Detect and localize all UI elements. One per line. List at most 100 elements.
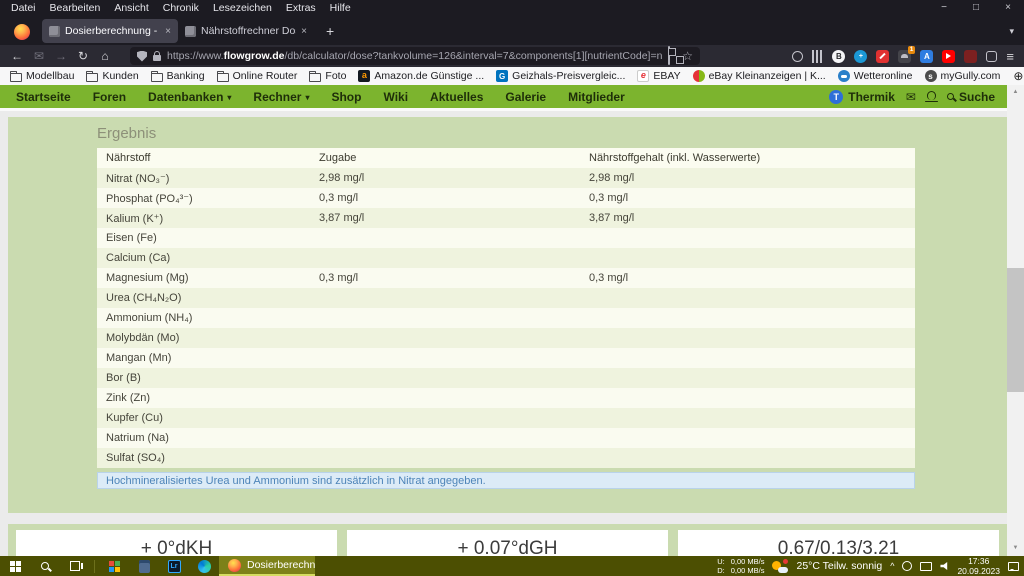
menu-item[interactable]: Datei [4,2,43,14]
firefox-view-icon[interactable] [986,51,997,62]
library-icon[interactable] [812,50,823,63]
scrollbar[interactable]: ▲ ▼ [1007,85,1024,556]
extension-darkred-icon[interactable] [964,50,977,63]
site-nav-label: Wiki [383,90,408,104]
bookmark-item[interactable]: Foto [303,70,352,82]
lock-icon[interactable] [153,55,161,61]
site-search[interactable]: Suche [947,90,995,104]
site-nav-item[interactable]: Galerie ▾ [494,90,557,104]
menu-item[interactable]: Chronik [156,2,206,14]
site-nav-item[interactable]: Shop ▾ [320,90,372,104]
bookmark-item[interactable]: Kunden [80,70,144,82]
pinned-edge-icon[interactable] [189,556,219,576]
taskbar-search-icon[interactable] [30,556,60,576]
tab-close-icon[interactable]: × [165,26,171,37]
start-button[interactable] [0,556,30,576]
mail-icon[interactable]: ✉ [28,49,50,63]
weather-text[interactable]: 25°C Teilw. sonnig [796,560,882,572]
user-menu[interactable]: T Thermik [829,90,895,104]
firefox-taskbar-button[interactable]: Dosierberechnung -... [219,556,315,576]
menu-item[interactable]: Bearbeiten [43,2,108,14]
tab-dosierberechnung[interactable]: Dosierberechnung - Flowgrow | × [42,19,178,43]
url-bar[interactable]: https://www.flowgrow.de/db/calculator/do… [130,47,700,65]
task-view-icon[interactable] [60,556,90,576]
site-nav-item[interactable]: Foren ▾ [82,90,137,104]
site-nav-item[interactable]: Aktuelles ▾ [419,90,494,104]
site-nav-label: Foren [93,90,126,104]
site-nav-item[interactable]: Wiki ▾ [372,90,419,104]
back-icon[interactable]: ← [6,49,28,63]
new-tab-button[interactable]: + [326,23,334,39]
menu-item[interactable]: Ansicht [107,2,155,14]
result-table: Nährstoff Zugabe Nährstoffgehalt (inkl. … [97,148,915,468]
restore-button[interactable]: □ [960,0,992,16]
bookmark-item[interactable]: Online Router [211,70,304,82]
tray-icon[interactable] [902,561,912,571]
url-text: https://www.flowgrow.de/db/calculator/do… [167,50,662,62]
display-icon[interactable] [920,562,932,571]
tab-naehrstoffrechner[interactable]: Nährstoffrechner Dosierberech × [178,19,314,43]
bookmark-label: myGully.com [941,70,1001,82]
table-row: Magnesium (Mg) 0,3 mg/l 0,3 mg/l [97,268,915,288]
bookmark-item[interactable]: Modellbau [4,70,80,82]
messages-envelope-icon[interactable]: ✉ [906,90,916,104]
scroll-up-icon[interactable]: ▲ [1007,85,1024,100]
nutrient-label: Eisen (Fe) [97,232,310,244]
bookmarks-bar: Modellbau Kunden Banking Online Router [0,67,1024,85]
youtube-extension-icon[interactable] [942,50,955,63]
extension-compass-icon[interactable]: + [854,50,867,63]
bookmark-icon [693,70,705,82]
minimize-button[interactable]: − [928,0,960,16]
site-nav-item[interactable]: Datenbanken ▾ [137,90,242,104]
tab-close-icon[interactable]: × [301,26,307,37]
weather-icon[interactable] [772,559,788,574]
nutrient-label: Magnesium (Mg) [97,272,310,284]
site-nav-item[interactable]: Rechner ▾ [242,90,320,104]
home-icon[interactable]: ⌂ [94,49,116,63]
search-label: Suche [959,90,995,104]
scrollbar-thumb[interactable] [1007,268,1024,392]
bookmark-item[interactable]: Geizhals-Preisvergleic... [490,70,631,82]
pinned-calculator-icon[interactable] [129,556,159,576]
navigation-toolbar: ← ✉ → ↻ ⌂ https://www.flowgrow.de/db/cal… [0,45,1024,67]
menu-item[interactable]: Extras [279,2,323,14]
speaker-icon[interactable] [940,562,949,570]
pinned-lightroom-icon[interactable] [159,556,189,576]
bookmark-item[interactable]: myGully.com [919,70,1007,82]
action-center-icon[interactable] [1008,562,1019,571]
clock[interactable]: 17:36 20.09.2023 [957,556,1000,576]
menu-item[interactable]: Hilfe [323,2,358,14]
scroll-down-icon[interactable]: ▼ [1007,541,1024,556]
tampermonkey-icon[interactable]: 1 [898,50,911,63]
extension-b-icon[interactable]: B [832,50,845,63]
extension-badge: 1 [908,46,916,54]
tab-favicon [185,26,196,37]
bookmark-item[interactable]: eBay Kleinanzeigen | K... [687,70,832,82]
nutrient-label: Phosphat (PO₄³⁻) [97,192,310,205]
pocket-icon[interactable] [792,51,803,62]
pinned-app-grid-icon[interactable] [99,556,129,576]
translate-extension-icon[interactable]: A [920,50,933,63]
gehalt-value: 0,3 mg/l [580,192,915,204]
reload-icon[interactable]: ↻ [72,49,94,63]
site-nav-item[interactable]: Startseite ▾ [5,90,82,104]
table-row: Urea (CH₄N₂O) [97,288,915,308]
nutrient-label: Molybdän (Mo) [97,332,310,344]
menu-icon[interactable]: ≡ [1006,50,1014,63]
extension-red-tool-icon[interactable] [876,50,889,63]
bookmark-item[interactable]: Amazon.de Günstige ... [352,70,490,82]
bookmark-item[interactable]: Wetteronline [832,70,919,82]
list-all-tabs-icon[interactable]: ▾ [1009,26,1014,37]
bookmark-item[interactable]: EBAY [631,70,686,82]
bookmark-item[interactable]: Learningcenter DAA ... [1006,70,1024,82]
nutrient-label: Bor (B) [97,372,310,384]
forward-icon[interactable]: → [50,49,72,63]
bookmark-item[interactable]: Banking [145,70,211,82]
close-button[interactable]: × [992,0,1024,16]
menu-item[interactable]: Lesezeichen [206,2,279,14]
notifications-bell-icon[interactable] [927,91,936,100]
tracking-shield-icon[interactable] [137,51,147,62]
tray-chevron-icon[interactable]: ^ [890,561,894,571]
site-nav-item[interactable]: Mitglieder ▾ [557,90,636,104]
table-row: Natrium (Na) [97,428,915,448]
